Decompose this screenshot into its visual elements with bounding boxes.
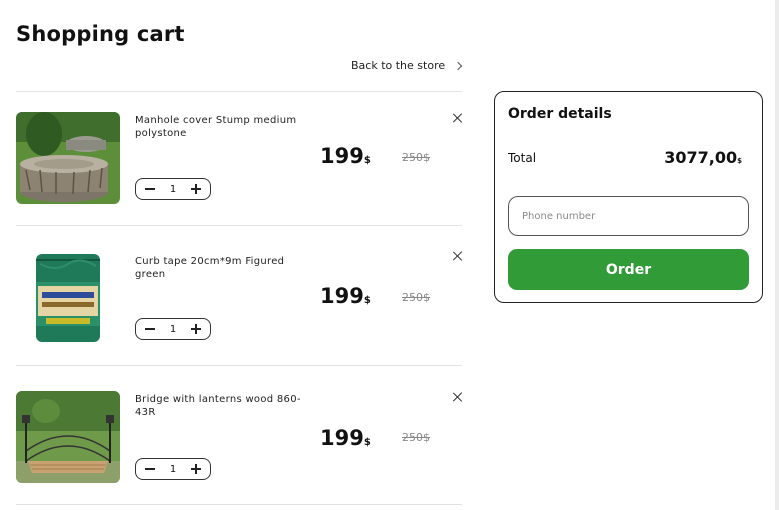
stump-cover-photo[interactable] (16, 112, 120, 204)
close-icon[interactable] (452, 112, 464, 124)
back-to-store-link[interactable]: Back to the store (351, 59, 463, 72)
quantity-value[interactable]: 1 (170, 324, 176, 335)
order-details-panel: Order details Total 3077,00$ Order (494, 91, 763, 303)
divider (16, 225, 462, 226)
item-old-price: 250$ (402, 431, 430, 444)
item-price: 199$ (320, 144, 371, 168)
item-old-price: 250$ (402, 291, 430, 304)
page-title: Shopping cart (16, 22, 185, 46)
total-label: Total (508, 151, 537, 165)
bridge-photo[interactable] (16, 391, 120, 483)
quantity-value[interactable]: 1 (170, 464, 176, 475)
item-price: 199$ (320, 426, 371, 450)
phone-number-input[interactable] (508, 196, 749, 236)
item-price: 199$ (320, 284, 371, 308)
quantity-stepper: 1 (135, 318, 211, 340)
decrease-quantity-button[interactable] (143, 462, 157, 476)
quantity-stepper: 1 (135, 458, 211, 480)
decrease-quantity-button[interactable] (143, 182, 157, 196)
increase-quantity-button[interactable] (189, 462, 203, 476)
back-to-store-label: Back to the store (351, 59, 446, 72)
chevron-right-icon (453, 61, 463, 70)
curb-tape-photo[interactable] (16, 252, 120, 344)
order-details-title: Order details (508, 106, 612, 122)
increase-quantity-button[interactable] (189, 322, 203, 336)
decrease-quantity-button[interactable] (143, 322, 157, 336)
close-icon[interactable] (452, 250, 464, 262)
close-icon[interactable] (452, 391, 464, 403)
divider (16, 365, 462, 366)
cart-item: Curb tape 20cm*9m Figured green 1 199$ 2… (16, 250, 462, 360)
item-name[interactable]: Manhole cover Stump medium polystone (135, 115, 315, 140)
cart-item: Manhole cover Stump medium polystone 1 1… (16, 112, 462, 222)
scrollbar[interactable] (775, 0, 779, 510)
item-name[interactable]: Curb tape 20cm*9m Figured green (135, 256, 315, 281)
quantity-value[interactable]: 1 (170, 184, 176, 195)
item-name[interactable]: Bridge with lanterns wood 860-43R (135, 394, 315, 419)
increase-quantity-button[interactable] (189, 182, 203, 196)
total-value: 3077,00$ (664, 148, 742, 167)
quantity-stepper: 1 (135, 178, 211, 200)
cart-item: Bridge with lanterns wood 860-43R 1 199$… (16, 391, 462, 501)
item-old-price: 250$ (402, 151, 430, 164)
divider (16, 504, 462, 505)
divider (16, 91, 462, 92)
order-button[interactable]: Order (508, 249, 749, 290)
